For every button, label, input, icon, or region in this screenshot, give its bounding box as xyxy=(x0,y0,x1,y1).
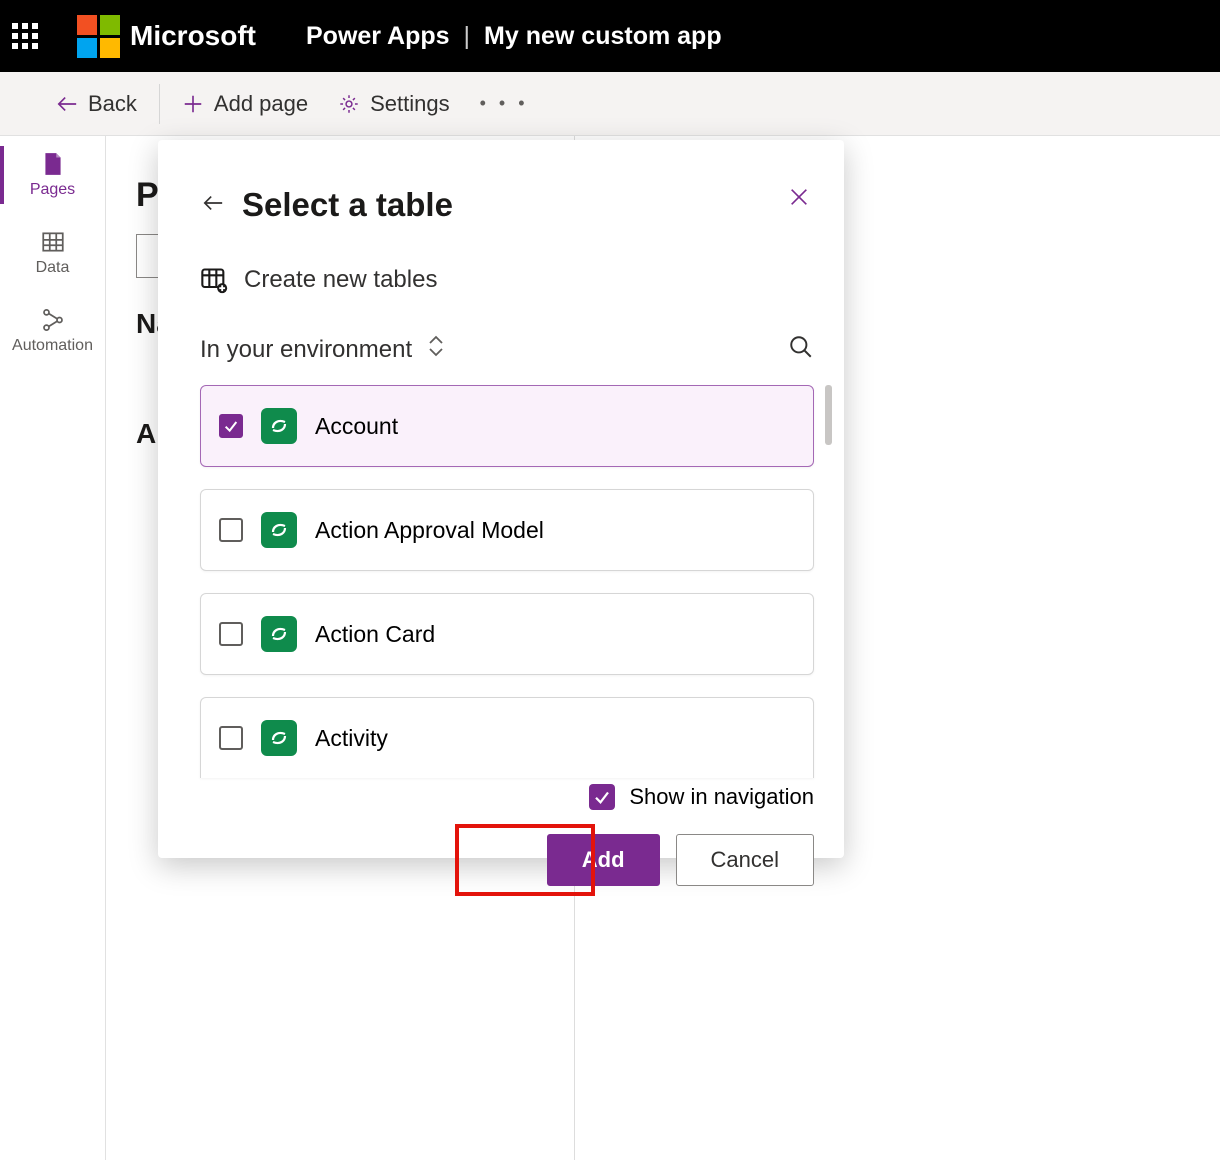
table-name: Action Card xyxy=(315,621,435,648)
canvas-panel xyxy=(872,148,1220,868)
arrow-left-icon xyxy=(200,192,226,214)
overflow-menu-button[interactable]: • • • xyxy=(472,72,537,135)
checkmark-icon xyxy=(223,418,239,434)
table-name: Activity xyxy=(315,725,388,752)
nav-label: Data xyxy=(36,259,70,277)
table-name: Action Approval Model xyxy=(315,517,544,544)
row-checkbox[interactable] xyxy=(219,518,243,542)
close-icon xyxy=(788,186,810,208)
scrollbar-thumb[interactable] xyxy=(825,385,832,445)
left-navigation-rail: Pages Data Automation xyxy=(0,136,106,1160)
table-row[interactable]: Action Approval Model xyxy=(200,489,814,571)
settings-label: Settings xyxy=(370,91,450,117)
nav-label: Automation xyxy=(12,337,93,355)
breadcrumb-divider: | xyxy=(464,22,471,51)
dataverse-icon xyxy=(261,512,297,548)
vendor-name: Microsoft xyxy=(130,20,256,52)
nav-item-pages[interactable]: Pages xyxy=(0,136,105,214)
nav-label: Pages xyxy=(30,181,75,199)
table-search-button[interactable] xyxy=(788,334,814,365)
table-list: Account Action Approval Model Action Car… xyxy=(200,385,814,778)
arrow-left-icon xyxy=(56,93,78,115)
row-checkbox[interactable] xyxy=(219,726,243,750)
global-header: Microsoft Power Apps | My new custom app xyxy=(0,0,1220,72)
back-button[interactable]: Back xyxy=(48,72,145,135)
app-name[interactable]: My new custom app xyxy=(484,22,722,51)
dialog-back-button[interactable] xyxy=(200,192,226,219)
table-row[interactable]: Activity xyxy=(200,697,814,778)
option-label: Show in navigation xyxy=(629,784,814,810)
environment-label: In your environment xyxy=(200,336,412,364)
plus-icon xyxy=(182,93,204,115)
gear-icon xyxy=(338,93,360,115)
add-page-label: Add page xyxy=(214,91,308,117)
create-new-tables-button[interactable]: Create new tables xyxy=(200,266,814,294)
dataverse-icon xyxy=(261,408,297,444)
search-input-fragment xyxy=(136,234,160,278)
select-table-dialog: Select a table Create new tables In your… xyxy=(158,140,844,858)
dialog-close-button[interactable] xyxy=(788,186,810,213)
environment-filter-dropdown[interactable]: In your environment xyxy=(200,334,446,365)
row-checkbox[interactable] xyxy=(219,414,243,438)
back-label: Back xyxy=(88,91,137,117)
sort-icon xyxy=(426,334,446,365)
table-row[interactable]: Account xyxy=(200,385,814,467)
option-checkbox[interactable] xyxy=(589,784,615,810)
checkmark-icon xyxy=(593,788,611,806)
dataverse-icon xyxy=(261,720,297,756)
dialog-title: Select a table xyxy=(242,186,453,224)
app-launcher-button[interactable] xyxy=(0,23,50,49)
microsoft-logo-icon xyxy=(77,15,120,58)
search-icon xyxy=(788,334,814,360)
flow-icon xyxy=(40,307,66,333)
settings-button[interactable]: Settings xyxy=(330,72,458,135)
toolbar-separator xyxy=(159,84,160,124)
command-bar: Back Add page Settings • • • xyxy=(0,72,1220,136)
dataverse-icon xyxy=(261,616,297,652)
nav-item-automation[interactable]: Automation xyxy=(0,292,105,370)
product-name[interactable]: Power Apps xyxy=(306,22,450,51)
table-add-icon xyxy=(200,266,228,294)
more-icon: • • • xyxy=(480,93,529,114)
create-new-label: Create new tables xyxy=(244,266,437,294)
nav-item-data[interactable]: Data xyxy=(0,214,105,292)
table-icon xyxy=(40,229,66,255)
add-page-button[interactable]: Add page xyxy=(174,72,316,135)
waffle-icon xyxy=(12,23,38,49)
table-name: Account xyxy=(315,413,398,440)
row-checkbox[interactable] xyxy=(219,622,243,646)
add-button[interactable]: Add xyxy=(547,834,660,886)
page-icon xyxy=(40,151,66,177)
table-row[interactable]: Action Card xyxy=(200,593,814,675)
cancel-button[interactable]: Cancel xyxy=(676,834,814,886)
breadcrumb: Power Apps | My new custom app xyxy=(306,22,722,51)
show-in-navigation-option[interactable]: Show in navigation xyxy=(200,784,814,810)
